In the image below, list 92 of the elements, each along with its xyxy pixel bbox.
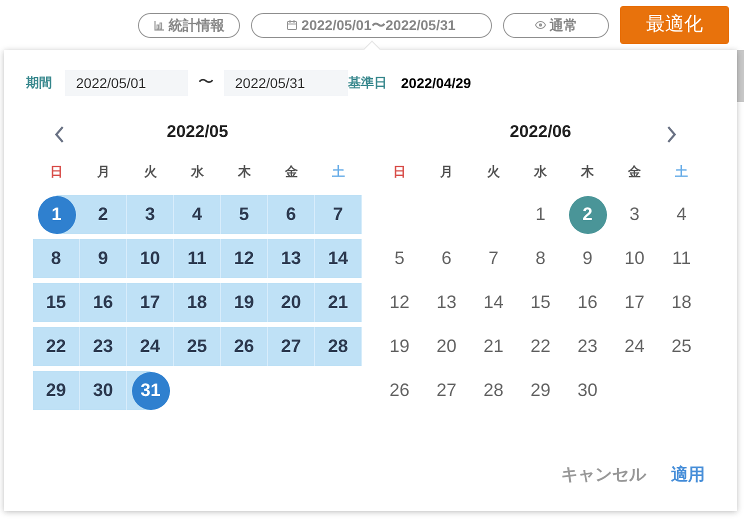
weekday-label: 日 (50, 163, 63, 182)
day-cell[interactable]: 28 (470, 371, 517, 410)
day-cell[interactable]: 4 (658, 195, 705, 234)
range-day-cell[interactable]: 16 (80, 283, 127, 322)
stats-button[interactable]: 統計情報 (138, 12, 240, 38)
weekday-label: 金 (628, 163, 641, 182)
selected-day[interactable]: 31 (132, 372, 170, 410)
day-cell[interactable]: 20 (423, 327, 470, 366)
range-day-cell[interactable]: 6 (268, 195, 315, 234)
range-day-cell[interactable]: 23 (80, 327, 127, 366)
weekday-label: 火 (487, 163, 500, 182)
range-day-cell[interactable]: 22 (33, 327, 80, 366)
day-cell[interactable]: 21 (470, 327, 517, 366)
range-day-cell[interactable]: 4 (174, 195, 221, 234)
date-button[interactable]: 2022/05/01〜2022/05/31 (251, 12, 492, 38)
day-cell[interactable]: 14 (470, 283, 517, 322)
base-date-value: 2022/04/29 (401, 74, 472, 92)
day-cell[interactable]: 10 (611, 239, 658, 278)
day-cell[interactable]: 6 (423, 239, 470, 278)
day-cell[interactable]: 26 (376, 371, 423, 410)
weekday-label: 金 (285, 163, 298, 182)
eye-icon (534, 21, 546, 29)
day-cell[interactable]: 22 (517, 327, 564, 366)
range-day-cell[interactable]: 17 (127, 283, 174, 322)
month-title: 2022/06 (510, 121, 572, 144)
weekday-label: 水 (191, 163, 204, 182)
range-day-cell[interactable]: 8 (33, 239, 80, 278)
apply-button[interactable]: 適用 (671, 462, 705, 487)
range-day-cell[interactable]: 30 (80, 371, 127, 410)
day-cell[interactable]: 12 (376, 283, 423, 322)
range-day-cell[interactable]: 14 (315, 239, 362, 278)
range-day-cell[interactable]: 18 (174, 283, 221, 322)
calendar-icon (287, 20, 298, 30)
day-cell[interactable]: 29 (517, 371, 564, 410)
day-cell[interactable]: 3 (611, 195, 658, 234)
day-cell[interactable]: 5 (376, 239, 423, 278)
day-cell[interactable]: 16 (564, 283, 611, 322)
selected-day[interactable]: 1 (38, 196, 76, 234)
base-date-label: 基準日 (348, 74, 388, 92)
day-cell[interactable]: 23 (564, 327, 611, 366)
range-day-cell[interactable]: 12 (221, 239, 268, 278)
range-day-cell[interactable]: 5 (221, 195, 268, 234)
day-cell[interactable]: 9 (564, 239, 611, 278)
weekday-label: 月 (440, 163, 453, 182)
day-cell[interactable]: 13 (423, 283, 470, 322)
range-day-cell[interactable]: 11 (174, 239, 221, 278)
day-cell[interactable]: 25 (658, 327, 705, 366)
view-button[interactable]: 通常 (503, 12, 609, 38)
range-day-cell[interactable]: 15 (33, 283, 80, 322)
month-title: 2022/05 (166, 121, 228, 144)
weekday-label: 水 (534, 163, 547, 182)
weekday-label: 木 (581, 163, 594, 182)
range-day-cell[interactable]: 3 (127, 195, 174, 234)
day-cell[interactable]: 24 (611, 327, 658, 366)
weekday-label: 月 (97, 163, 110, 182)
weekday-label: 火 (144, 163, 157, 182)
weekday-label: 木 (238, 163, 251, 182)
day-cell[interactable]: 27 (423, 371, 470, 410)
day-cell[interactable]: 1 (517, 195, 564, 234)
optimize-button[interactable]: 最適化 (620, 6, 729, 44)
day-cell[interactable]: 19 (376, 327, 423, 366)
range-day-cell[interactable]: 13 (268, 239, 315, 278)
range-day-cell[interactable]: 25 (174, 327, 221, 366)
range-separator: 〜 (197, 73, 215, 93)
range-day-cell[interactable]: 9 (80, 239, 127, 278)
start-date-field[interactable]: 2022/05/01 (65, 70, 188, 96)
day-cell[interactable]: 17 (611, 283, 658, 322)
weekday-label: 日 (393, 163, 406, 182)
day-cell[interactable]: 18 (658, 283, 705, 322)
range-day-cell[interactable]: 19 (221, 283, 268, 322)
range-day-cell[interactable]: 28 (315, 327, 362, 366)
today-day[interactable]: 2 (568, 196, 606, 234)
range-day-cell[interactable]: 29 (33, 371, 80, 410)
day-cell[interactable]: 15 (517, 283, 564, 322)
period-label: 期間 (26, 74, 53, 92)
range-day-cell[interactable]: 20 (268, 283, 315, 322)
previous-month-button[interactable] (52, 125, 66, 143)
day-cell[interactable]: 30 (564, 371, 611, 410)
range-day-cell[interactable]: 21 (315, 283, 362, 322)
day-cell[interactable]: 8 (517, 239, 564, 278)
weekday-label: 土 (675, 163, 688, 182)
day-cell[interactable]: 11 (658, 239, 705, 278)
range-day-cell[interactable]: 27 (268, 327, 315, 366)
range-day-cell[interactable]: 10 (127, 239, 174, 278)
chart-icon (154, 20, 164, 30)
range-day-cell[interactable]: 2 (80, 195, 127, 234)
range-day-cell[interactable]: 26 (221, 327, 268, 366)
day-cell[interactable]: 7 (470, 239, 517, 278)
range-day-cell[interactable]: 7 (315, 195, 362, 234)
weekday-label: 土 (332, 163, 345, 182)
range-day-cell[interactable]: 24 (127, 327, 174, 366)
end-date-field[interactable]: 2022/05/31 (224, 70, 348, 96)
